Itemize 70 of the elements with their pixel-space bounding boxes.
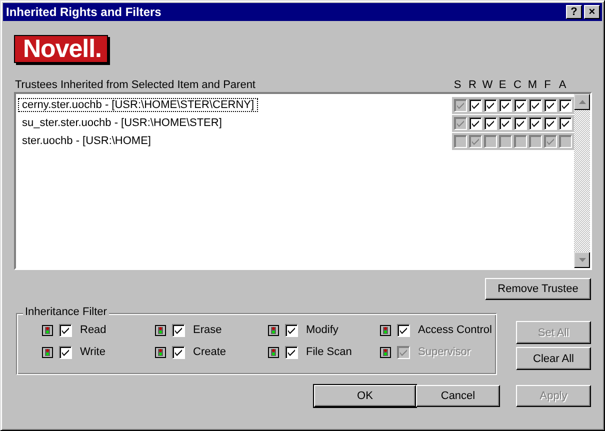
check-icon xyxy=(61,326,70,334)
status-light-icon xyxy=(42,346,53,358)
checkbox[interactable] xyxy=(59,346,72,358)
close-button[interactable]: × xyxy=(584,5,600,19)
checkbox-label: Access Control xyxy=(418,324,492,336)
clear-all-button[interactable]: Clear All xyxy=(516,347,591,370)
group-title: Inheritance Filter xyxy=(23,306,109,318)
checkbox[interactable] xyxy=(544,98,557,112)
checkbox[interactable] xyxy=(499,98,512,112)
status-light-icon xyxy=(268,324,279,336)
column-header: S xyxy=(452,79,462,91)
checkbox[interactable] xyxy=(484,116,497,130)
checkbox-label: Create xyxy=(193,346,226,358)
help-button[interactable]: ? xyxy=(566,5,582,19)
checkbox-label: Write xyxy=(80,346,106,358)
dialog-button[interactable]: OK xyxy=(314,385,416,407)
status-light-icon xyxy=(155,324,166,336)
checkbox-label: Modify xyxy=(306,324,338,336)
dialog-button[interactable]: Cancel xyxy=(416,385,500,407)
checkbox[interactable] xyxy=(529,98,542,112)
status-light-icon xyxy=(42,324,53,336)
checkbox[interactable] xyxy=(559,98,572,112)
scroll-up-button[interactable] xyxy=(574,94,590,110)
column-header: W xyxy=(481,79,494,91)
check-icon xyxy=(287,326,296,334)
column-header: M xyxy=(526,79,538,91)
check-icon xyxy=(399,326,408,334)
checkbox[interactable] xyxy=(469,116,482,130)
checkbox[interactable] xyxy=(484,98,497,112)
checkbox[interactable] xyxy=(514,116,527,130)
column-header: F xyxy=(543,79,552,91)
scrollbar[interactable] xyxy=(574,94,590,268)
column-header: R xyxy=(468,79,478,91)
check-icon xyxy=(174,348,183,356)
checkbox[interactable] xyxy=(59,324,72,336)
column-header: E xyxy=(498,79,508,91)
check-icon xyxy=(287,348,296,356)
up-arrow-icon xyxy=(578,100,586,104)
checkbox[interactable] xyxy=(285,324,298,336)
checkbox-label: Erase xyxy=(193,324,222,336)
checkbox[interactable] xyxy=(397,324,410,336)
window-title: Inherited Rights and Filters xyxy=(6,5,162,19)
scroll-down-button[interactable] xyxy=(574,252,590,268)
check-icon xyxy=(174,326,183,334)
column-header: C xyxy=(512,79,522,91)
check-icon xyxy=(61,348,70,356)
logo: Novell. xyxy=(14,35,108,63)
list-item[interactable]: ster.uochb - [USR:\HOME] xyxy=(18,134,155,148)
checkbox[interactable] xyxy=(559,116,572,130)
checkbox[interactable] xyxy=(285,346,298,358)
status-light-icon xyxy=(155,346,166,358)
down-arrow-icon xyxy=(578,258,586,262)
status-light-icon xyxy=(380,324,391,336)
checkbox-label: File Scan xyxy=(306,346,352,358)
checkbox[interactable] xyxy=(172,346,185,358)
checkbox-label: Supervisor xyxy=(418,346,471,358)
checkbox[interactable] xyxy=(499,116,512,130)
remove-trustee-button[interactable]: Remove Trustee xyxy=(485,278,591,300)
checkbox-label: Read xyxy=(80,324,106,336)
list-item[interactable]: su_ster.ster.uochb - [USR:\HOME\STER] xyxy=(18,116,226,130)
column-header: A xyxy=(558,79,568,91)
checkbox[interactable] xyxy=(529,116,542,130)
list-label: Trustees Inherited from Selected Item and Parent xyxy=(15,79,256,91)
checkbox[interactable] xyxy=(544,116,557,130)
status-light-icon xyxy=(268,346,279,358)
checkbox[interactable] xyxy=(514,98,527,112)
checkbox[interactable] xyxy=(469,98,482,112)
checkbox[interactable] xyxy=(172,324,185,336)
status-light-icon xyxy=(380,346,391,358)
list-item[interactable]: cerny.ster.uochb - [USR:\HOME\STER\CERNY] xyxy=(18,98,258,112)
